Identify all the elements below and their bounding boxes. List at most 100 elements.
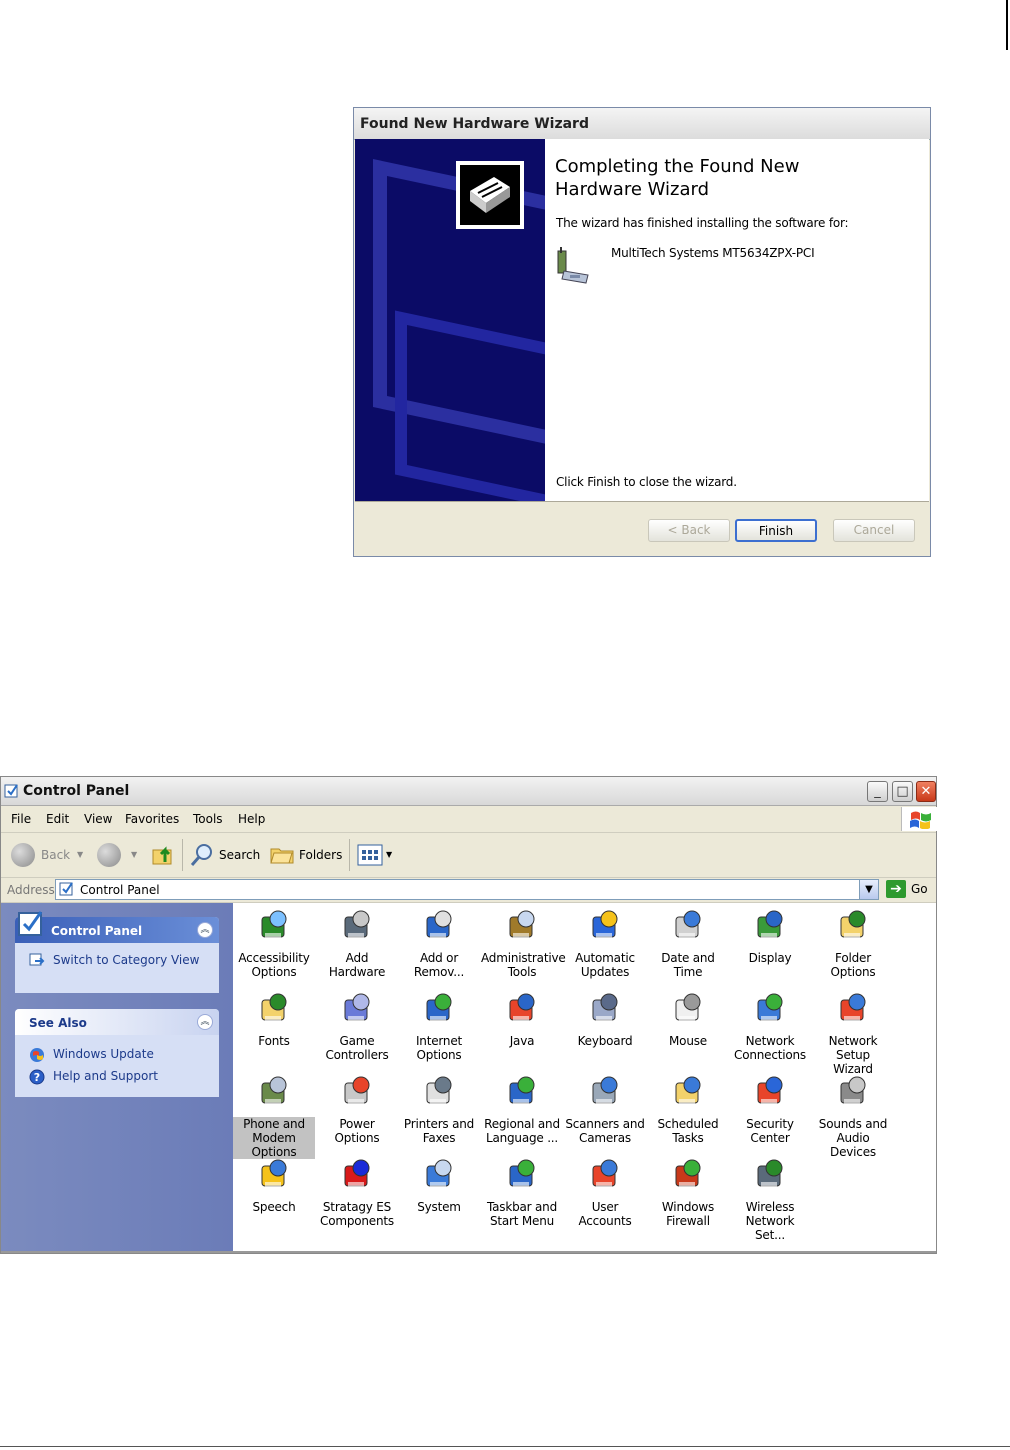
windows-flag-icon xyxy=(901,807,937,831)
maximize-button[interactable]: □ xyxy=(892,781,913,802)
add-hardware-icon xyxy=(339,907,375,943)
wizard-heading: Completing the Found New Hardware Wizard xyxy=(555,156,800,200)
wizard-close-text: Click Finish to close the wizard. xyxy=(556,475,737,489)
address-label: Address xyxy=(7,883,55,897)
help-icon: ? xyxy=(29,1069,45,1085)
collapse-icon[interactable]: ︽ xyxy=(197,922,213,938)
control-panel-item[interactable]: Phone and Modem Options xyxy=(233,1073,315,1159)
control-panel-item[interactable]: Regional and Language ... xyxy=(481,1073,563,1145)
menu-tools[interactable]: Tools xyxy=(193,812,223,826)
item-label-line: Wireless xyxy=(745,1200,795,1214)
item-label-line: Power Options xyxy=(334,1117,380,1145)
up-folder-button[interactable] xyxy=(149,833,177,877)
control-panel-item[interactable]: Automatic Updates xyxy=(564,907,646,979)
control-panel-task-box: Control Panel ︽ Switch to Category View xyxy=(15,911,219,993)
finish-button[interactable]: Finish xyxy=(735,519,817,542)
item-label-line: Options xyxy=(416,1048,462,1062)
minimize-button[interactable]: _ xyxy=(867,781,888,802)
item-label-line: Audio Devices xyxy=(830,1131,876,1159)
control-panel-item[interactable]: Administrative Tools xyxy=(481,907,566,979)
control-panel-item[interactable]: Stratagy ES Components xyxy=(316,1156,398,1228)
address-bar: Address Control Panel ▼ ➔ Go xyxy=(1,878,936,903)
item-label-line: Fonts xyxy=(258,1034,290,1048)
views-icon xyxy=(357,844,383,866)
control-panel-item[interactable]: Taskbar and Start Menu xyxy=(481,1156,563,1228)
control-panel-item[interactable]: Internet Options xyxy=(398,990,480,1062)
control-panel-item[interactable]: Accessibility Options xyxy=(233,907,315,979)
control-panel-item[interactable]: Game Controllers xyxy=(316,990,398,1062)
sounds-audio-icon xyxy=(835,1073,871,1109)
address-dropdown-icon[interactable]: ▼ xyxy=(859,880,878,899)
item-label: Power Options xyxy=(316,1117,398,1145)
control-panel-item[interactable]: Display xyxy=(729,907,811,965)
control-panel-item[interactable]: Folder Options xyxy=(812,907,894,979)
control-panel-item[interactable]: Network Connections xyxy=(729,990,811,1062)
help-and-support-link[interactable]: Help and Support xyxy=(53,1069,158,1083)
item-label: Speech xyxy=(233,1200,315,1214)
forward-nav-button[interactable]: ▼ xyxy=(95,833,145,877)
item-label: Scheduled Tasks xyxy=(647,1117,729,1145)
control-panel-item[interactable]: Printers and Faxes xyxy=(398,1073,480,1145)
control-panel-item[interactable]: Wireless Network Set... xyxy=(729,1156,811,1242)
search-button[interactable]: Search xyxy=(187,833,261,877)
address-input[interactable]: Control Panel ▼ xyxy=(55,879,879,900)
control-panel-item[interactable]: Add Hardware xyxy=(316,907,398,979)
item-label-line: Sounds and xyxy=(818,1117,888,1131)
item-label: Scanners and Cameras xyxy=(564,1117,646,1145)
cancel-button[interactable]: Cancel xyxy=(833,519,915,542)
go-button[interactable]: ➔ Go xyxy=(886,879,934,900)
control-panel-item[interactable]: Windows Firewall xyxy=(647,1156,729,1228)
menu-view[interactable]: View xyxy=(84,812,112,826)
control-panel-item[interactable]: Fonts xyxy=(233,990,315,1048)
control-panel-item[interactable]: Scanners and Cameras xyxy=(564,1073,646,1145)
item-label-line: Scheduled xyxy=(657,1117,719,1131)
taskbar-start-menu-icon xyxy=(504,1156,540,1192)
windows-update-link[interactable]: Windows Update xyxy=(53,1047,154,1061)
display-icon xyxy=(752,907,788,943)
back-nav-button[interactable]: Back ▼ xyxy=(9,833,89,877)
close-button[interactable]: ✕ xyxy=(916,781,936,802)
switch-category-view-link[interactable]: Switch to Category View xyxy=(53,953,199,967)
control-panel-window: Control Panel _ □ ✕ File Edit View Favor… xyxy=(0,776,937,1254)
views-button[interactable]: ▼ xyxy=(355,833,395,877)
toolbar: Back ▼ ▼ Search Folders ▼ xyxy=(1,833,936,878)
fonts-icon xyxy=(256,990,292,1026)
menu-help[interactable]: Help xyxy=(238,812,265,826)
device-name: MultiTech Systems MT5634ZPX-PCI xyxy=(611,246,815,260)
control-panel-item[interactable]: User Accounts xyxy=(564,1156,646,1228)
control-panel-item[interactable]: Java xyxy=(481,990,563,1048)
control-panel-item[interactable]: Network Setup Wizard xyxy=(812,990,894,1076)
control-panel-items: Accessibility Options Add Hardware Add or Re… xyxy=(233,903,936,1253)
control-panel-item[interactable]: Keyboard xyxy=(564,990,646,1048)
control-panel-item[interactable]: Power Options xyxy=(316,1073,398,1145)
item-label-line: Date and Time xyxy=(661,951,715,979)
page-footer-rule xyxy=(0,1446,1010,1447)
see-also-header[interactable]: See Also ︽ xyxy=(15,1009,219,1035)
control-panel-item[interactable]: Mouse xyxy=(647,990,729,1048)
collapse-icon[interactable]: ︽ xyxy=(197,1014,213,1030)
folder-options-icon xyxy=(835,907,871,943)
item-label: Accessibility Options xyxy=(233,951,315,979)
control-panel-item[interactable]: Date and Time xyxy=(647,907,729,979)
control-panel-item[interactable]: Scheduled Tasks xyxy=(647,1073,729,1145)
control-panel-item[interactable]: Security Center xyxy=(729,1073,811,1145)
back-button[interactable]: < Back xyxy=(648,519,730,542)
control-panel-item[interactable]: Speech xyxy=(233,1156,315,1214)
folders-button[interactable]: Folders xyxy=(267,833,343,877)
menu-file[interactable]: File xyxy=(11,812,31,826)
item-label: Stratagy ES Components xyxy=(316,1200,398,1228)
control-panel-item[interactable]: System xyxy=(398,1156,480,1214)
item-label-line: Printers and xyxy=(403,1117,475,1131)
forward-arrow-icon xyxy=(97,843,121,867)
power-options-icon xyxy=(339,1073,375,1109)
wizard-title: Found New Hardware Wizard xyxy=(354,108,930,140)
control-panel-item[interactable]: Add or Remov... xyxy=(398,907,480,979)
control-panel-item[interactable]: Sounds and Audio Devices xyxy=(812,1073,894,1159)
item-label: Internet Options xyxy=(398,1034,480,1062)
task-box-header[interactable]: Control Panel ︽ xyxy=(15,911,219,943)
game-controllers-icon xyxy=(339,990,375,1026)
menu-edit[interactable]: Edit xyxy=(46,812,69,826)
item-label: Automatic Updates xyxy=(564,951,646,979)
item-label: Wireless Network Set... xyxy=(729,1200,811,1242)
menu-favorites[interactable]: Favorites xyxy=(125,812,179,826)
